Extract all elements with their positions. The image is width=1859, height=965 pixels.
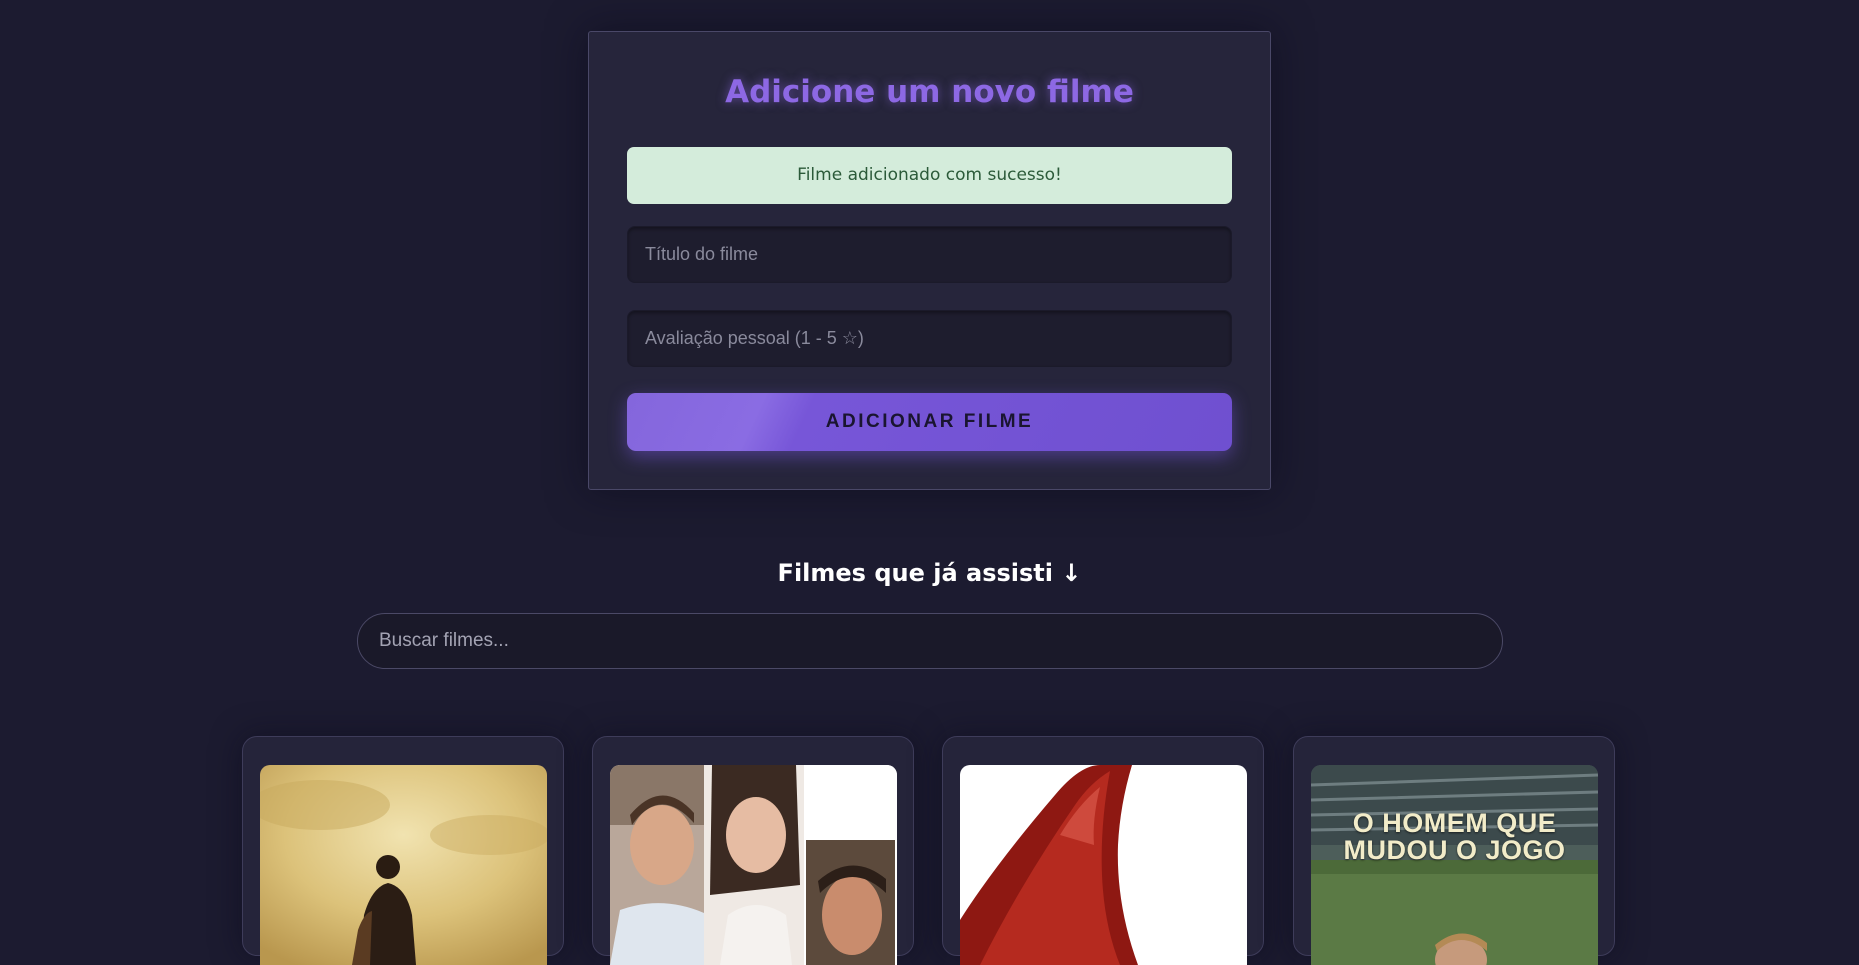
- search-movies-input[interactable]: [357, 613, 1503, 669]
- poster-title: O HOMEM QUE MUDOU O JOGO: [1311, 810, 1598, 864]
- form-title: Adicione um novo filme: [725, 74, 1134, 110]
- movie-poster[interactable]: [610, 765, 897, 965]
- movie-card[interactable]: [592, 736, 914, 965]
- add-movie-button[interactable]: ADICIONAR FILME: [627, 393, 1232, 451]
- add-movie-form: Adicione um novo filme Filme adicionado …: [588, 31, 1271, 490]
- movie-card[interactable]: [242, 736, 564, 965]
- movie-poster[interactable]: [260, 765, 547, 965]
- watched-movies-heading: Filmes que já assisti ↓: [777, 559, 1082, 587]
- movie-poster[interactable]: [960, 765, 1247, 965]
- movie-card[interactable]: [942, 736, 1264, 965]
- movie-title-input[interactable]: [627, 226, 1232, 283]
- poster-title-line1: O HOMEM QUE: [1352, 808, 1557, 838]
- rating-input[interactable]: [627, 310, 1232, 367]
- success-message: Filme adicionado com sucesso!: [627, 147, 1232, 204]
- movie-poster[interactable]: O HOMEM QUE MUDOU O JOGO: [1311, 765, 1598, 965]
- movie-card[interactable]: O HOMEM QUE MUDOU O JOGO: [1293, 736, 1615, 965]
- poster-title-line2: MUDOU O JOGO: [1343, 835, 1566, 865]
